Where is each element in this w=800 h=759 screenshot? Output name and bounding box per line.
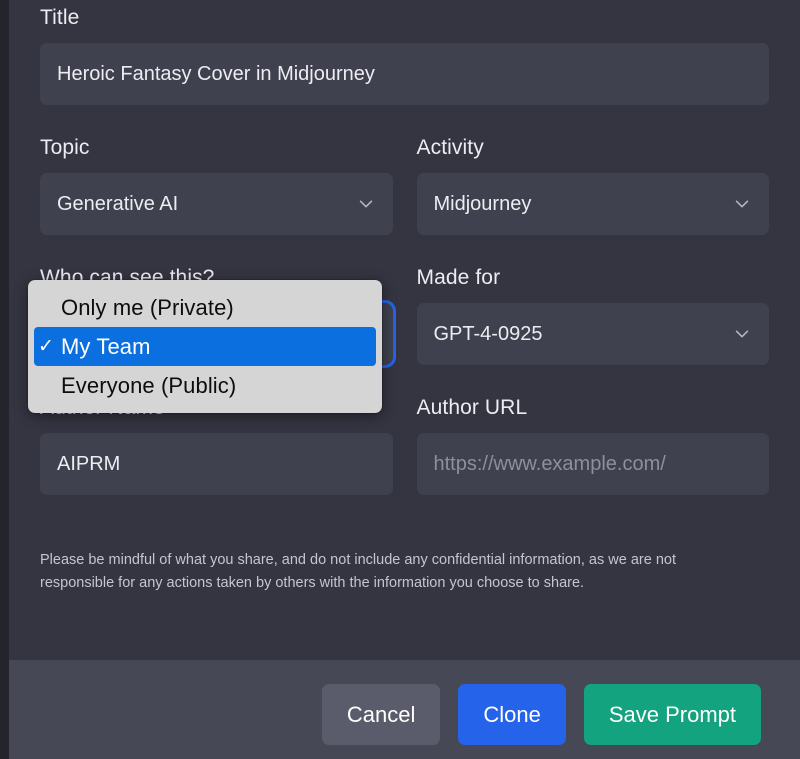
page-background-edge — [0, 0, 9, 759]
author-name-input[interactable]: AIPRM — [40, 433, 393, 495]
topic-field-group: Topic Generative AI — [40, 135, 393, 235]
checkmark-icon: ✓ — [38, 337, 61, 356]
share-disclaimer-text: Please be mindful of what you share, and… — [40, 549, 740, 595]
author-url-input[interactable]: https://www.example.com/ — [417, 433, 770, 495]
made-for-label: Made for — [417, 265, 770, 290]
author-url-label: Author URL — [417, 395, 770, 420]
title-input[interactable]: Heroic Fantasy Cover in Midjourney — [40, 43, 769, 105]
chevron-down-icon — [733, 325, 751, 343]
save-prompt-button[interactable]: Save Prompt — [584, 684, 761, 745]
spacer — [40, 495, 769, 525]
activity-select-value: Midjourney — [434, 193, 532, 216]
spacer — [40, 525, 769, 549]
dialog-footer: Cancel Clone Save Prompt — [9, 660, 800, 759]
visibility-dropdown-popup[interactable]: ✓ Only me (Private) ✓ My Team ✓ Everyone… — [28, 280, 382, 413]
made-for-select[interactable]: GPT-4-0925 — [417, 303, 770, 365]
spacer — [40, 105, 769, 135]
dropdown-option-label: Only me (Private) — [61, 295, 234, 321]
spacer — [40, 235, 769, 265]
topic-select[interactable]: Generative AI — [40, 173, 393, 235]
title-label: Title — [40, 5, 769, 30]
dropdown-option-label: Everyone (Public) — [61, 373, 236, 399]
topic-activity-row: Topic Generative AI Activity Midjourney — [40, 135, 769, 235]
topic-select-value: Generative AI — [57, 193, 178, 216]
dialog-body: Title Heroic Fantasy Cover in Midjourney… — [9, 0, 800, 660]
dropdown-option-my-team[interactable]: ✓ My Team — [34, 327, 376, 366]
dropdown-option-label: My Team — [61, 334, 151, 360]
chevron-down-icon — [357, 195, 375, 213]
clone-button[interactable]: Clone — [458, 684, 565, 745]
activity-select[interactable]: Midjourney — [417, 173, 770, 235]
chevron-down-icon — [733, 195, 751, 213]
edit-prompt-dialog: Title Heroic Fantasy Cover in Midjourney… — [9, 0, 800, 759]
author-url-field-group: Author URL https://www.example.com/ — [417, 395, 770, 495]
screen: Title Heroic Fantasy Cover in Midjourney… — [0, 0, 800, 759]
topic-label: Topic — [40, 135, 393, 160]
title-field-group: Title Heroic Fantasy Cover in Midjourney — [40, 0, 769, 105]
activity-label: Activity — [417, 135, 770, 160]
made-for-field-group: Made for GPT-4-0925 — [417, 265, 770, 365]
cancel-button[interactable]: Cancel — [322, 684, 440, 745]
activity-field-group: Activity Midjourney — [417, 135, 770, 235]
dropdown-option-everyone[interactable]: ✓ Everyone (Public) — [28, 366, 382, 405]
dropdown-option-only-me[interactable]: ✓ Only me (Private) — [28, 288, 382, 327]
made-for-select-value: GPT-4-0925 — [434, 323, 543, 346]
